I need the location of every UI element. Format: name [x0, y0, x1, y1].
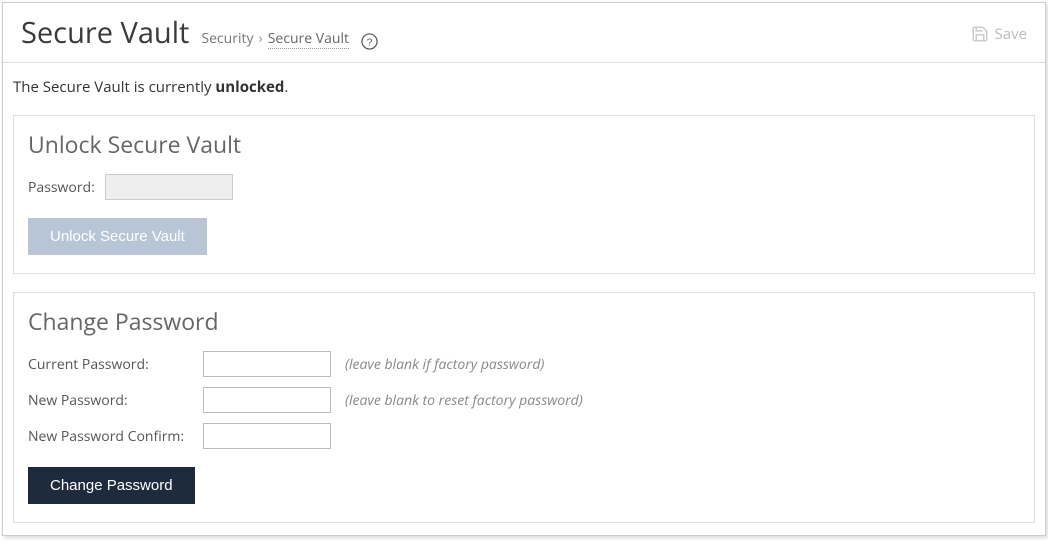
change-password-button[interactable]: Change Password: [28, 467, 195, 504]
vault-status: The Secure Vault is currently unlocked.: [13, 77, 1039, 97]
chevron-right-icon: ›: [258, 29, 262, 48]
page-header: Secure Vault Security › Secure Vault ? S…: [3, 3, 1045, 63]
confirm-password-input[interactable]: [203, 423, 331, 449]
unlock-password-row: Password:: [28, 174, 1020, 200]
help-icon[interactable]: ?: [360, 33, 378, 51]
breadcrumb-parent[interactable]: Security: [201, 29, 253, 48]
confirm-password-label: New Password Confirm:: [28, 427, 193, 446]
confirm-password-row: New Password Confirm:: [28, 423, 1020, 449]
header-left: Secure Vault Security › Secure Vault ?: [21, 13, 378, 52]
change-password-panel: Change Password Current Password: (leave…: [13, 292, 1035, 523]
breadcrumb-current: Secure Vault: [268, 29, 349, 49]
current-password-row: Current Password: (leave blank if factor…: [28, 351, 1020, 377]
new-password-row: New Password: (leave blank to reset fact…: [28, 387, 1020, 413]
svg-text:?: ?: [366, 37, 372, 48]
status-prefix: The Secure Vault is currently: [13, 77, 215, 97]
change-panel-title: Change Password: [28, 305, 1020, 337]
unlock-button: Unlock Secure Vault: [28, 218, 207, 255]
save-icon: [971, 25, 989, 43]
status-suffix: .: [284, 77, 288, 97]
current-password-hint: (leave blank if factory password): [345, 355, 544, 374]
save-action[interactable]: Save: [971, 24, 1027, 44]
current-password-label: Current Password:: [28, 355, 193, 374]
new-password-input[interactable]: [203, 387, 331, 413]
status-state: unlocked: [215, 77, 284, 97]
new-password-hint: (leave blank to reset factory password): [345, 391, 583, 410]
page-title: Secure Vault: [21, 13, 189, 52]
new-password-label: New Password:: [28, 391, 193, 410]
save-label: Save: [995, 24, 1027, 44]
content-area: The Secure Vault is currently unlocked. …: [3, 63, 1045, 551]
unlock-panel-title: Unlock Secure Vault: [28, 128, 1020, 160]
unlock-panel: Unlock Secure Vault Password: Unlock Sec…: [13, 115, 1035, 274]
current-password-input[interactable]: [203, 351, 331, 377]
unlock-password-input: [105, 174, 233, 200]
breadcrumb: Security › Secure Vault ?: [201, 29, 378, 49]
unlock-password-label: Password:: [28, 178, 95, 197]
